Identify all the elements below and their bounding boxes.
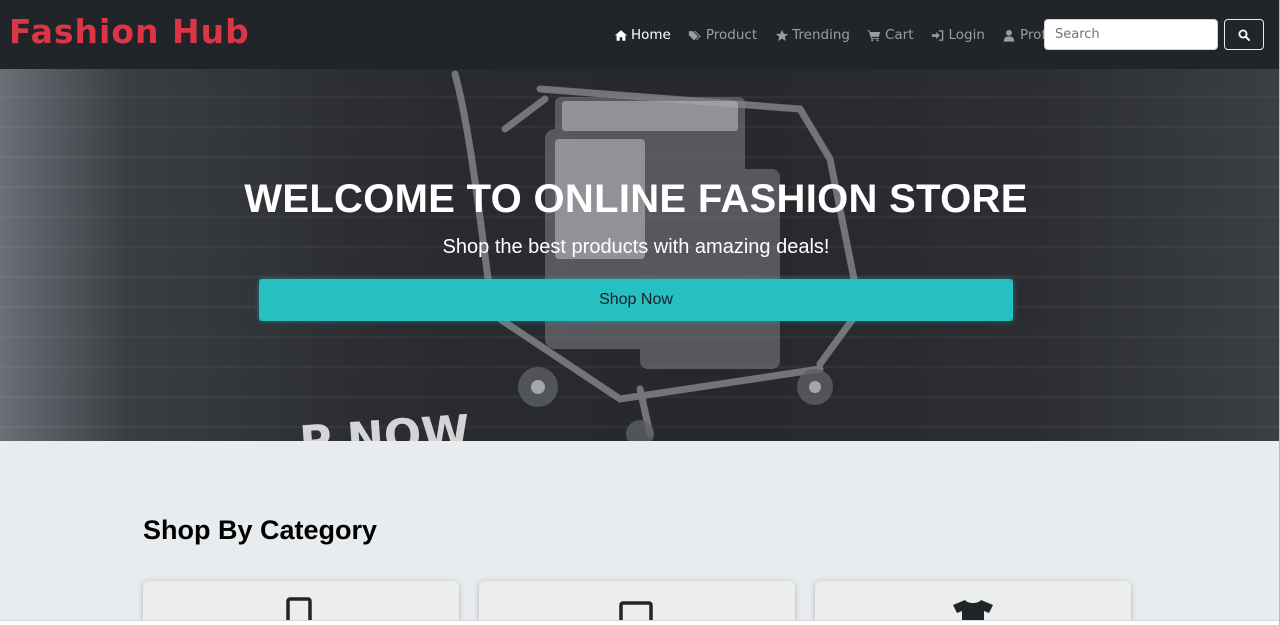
login-icon	[931, 28, 946, 42]
category-card-laptop[interactable]	[479, 581, 795, 625]
cart-icon	[867, 28, 882, 42]
nav-cart-link[interactable]: Cart	[867, 27, 914, 43]
shop-now-button[interactable]: Shop Now	[259, 279, 1013, 321]
nav-home-link[interactable]: Home	[613, 27, 671, 43]
nav-links: Home Product Trending Cart Login Profile	[613, 24, 1079, 46]
category-card-clothing[interactable]	[815, 581, 1131, 625]
hero-subtitle: Shop the best products with amazing deal…	[442, 236, 830, 258]
search-button[interactable]	[1224, 19, 1264, 50]
nav-trending-label: Trending	[792, 27, 850, 43]
hero-content: WELCOME TO ONLINE FASHION STORE Shop the…	[0, 69, 1279, 441]
search-icon	[1238, 29, 1250, 41]
star-icon	[774, 28, 789, 42]
nav-product-label: Product	[705, 27, 758, 43]
nav-login-link[interactable]: Login	[931, 27, 985, 43]
nav-login-label: Login	[948, 27, 985, 43]
search-input[interactable]	[1044, 19, 1218, 50]
category-card-mobile[interactable]	[143, 581, 459, 625]
home-icon	[613, 28, 628, 42]
nav-trending-link[interactable]: Trending	[774, 27, 850, 43]
page-bottom-edge	[0, 620, 1279, 625]
page: Fashion Hub Home Product Trending Cart L…	[0, 0, 1280, 625]
hero-title: WELCOME TO ONLINE FASHION STORE	[244, 177, 1028, 221]
nav-product-link[interactable]: Product	[688, 27, 757, 43]
nav-cart-label: Cart	[884, 27, 914, 43]
hero-banner: P NOW WELCOME TO ONLINE FASHION STORE Sh…	[0, 69, 1279, 441]
category-section-title: Shop By Category	[143, 515, 378, 545]
user-icon	[1002, 28, 1017, 42]
nav-home-label: Home	[631, 27, 671, 43]
navbar: Fashion Hub Home Product Trending Cart L…	[0, 0, 1279, 69]
brand-logo[interactable]: Fashion Hub	[9, 10, 250, 54]
tags-icon	[688, 28, 703, 42]
